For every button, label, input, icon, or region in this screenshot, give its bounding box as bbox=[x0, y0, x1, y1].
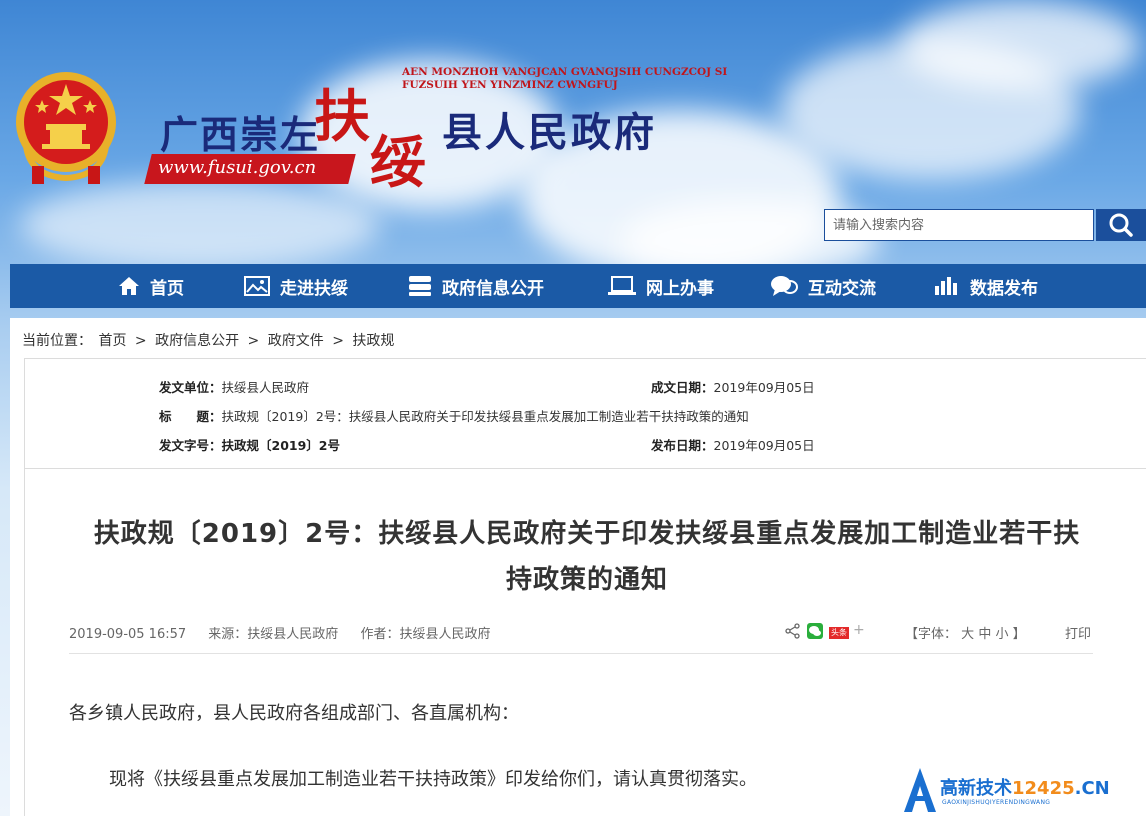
site-name-big-2: 绥 bbox=[370, 130, 426, 196]
article-datetime: 2019-09-05 16:57 bbox=[69, 627, 187, 642]
meta-published-label: 发布日期： bbox=[651, 438, 714, 453]
article-title-line-1: 扶政规〔2019〕2号：扶绥县人民政府关于印发扶绥县重点发展加工制造业若干扶 bbox=[93, 519, 1081, 549]
meta-title: 标 题：扶政规〔2019〕2号：扶绥县人民政府关于印发扶绥县重点发展加工制造业若… bbox=[159, 406, 749, 425]
meta-issuer-label: 发文单位： bbox=[159, 380, 222, 395]
toutiao-label: 头条 bbox=[829, 627, 849, 639]
chat-icon bbox=[771, 276, 798, 296]
nav-label: 互动交流 bbox=[808, 278, 876, 299]
site-name-right: 县人民政府 bbox=[442, 109, 657, 156]
breadcrumb-link-gov-docs[interactable]: 政府文件 bbox=[268, 333, 324, 349]
meta-published-value: 2019年09月05日 bbox=[713, 438, 815, 453]
nav-label: 网上办事 bbox=[646, 278, 714, 299]
document-meta-table: 发文单位：扶绥县人民政府 成文日期：2019年09月05日 标 题：扶政规〔20… bbox=[24, 358, 1146, 468]
plus-icon[interactable]: + bbox=[853, 622, 865, 638]
article-title-line-2: 持政策的通知 bbox=[505, 565, 668, 595]
article: 扶政规〔2019〕2号：扶绥县人民政府关于印发扶绥县重点发展加工制造业若干扶 持… bbox=[24, 468, 1146, 816]
site-url[interactable]: www.fusui.gov.cn bbox=[158, 157, 316, 178]
breadcrumb-link-home[interactable]: 首页 bbox=[98, 333, 126, 349]
print-button[interactable]: 打印 bbox=[1065, 623, 1091, 642]
search-button[interactable] bbox=[1096, 209, 1146, 241]
watermark-suffix: .CN bbox=[1074, 778, 1110, 799]
meta-title-label: 标 题： bbox=[159, 409, 222, 424]
breadcrumb: 当前位置： 首页 > 政府信息公开 > 政府文件 > 扶政规 bbox=[10, 318, 1146, 358]
nav-item-about[interactable]: 走进扶绥 bbox=[244, 264, 348, 308]
site-name-left: 广西崇左 bbox=[160, 112, 321, 157]
breadcrumb-link-gov-info[interactable]: 政府信息公开 bbox=[155, 333, 239, 349]
nav-label: 首页 bbox=[150, 278, 184, 299]
article-info-bar: 2019-09-05 16:57 来源：扶绥县人民政府 作者：扶绥县人民政府 头… bbox=[69, 622, 1093, 643]
nav-item-gov-info[interactable]: 政府信息公开 bbox=[408, 264, 544, 308]
meta-docno: 发文字号：扶政规〔2019〕2号 bbox=[159, 435, 340, 454]
laptop-icon bbox=[608, 276, 636, 295]
content-panel: 发文单位：扶绥县人民政府 成文日期：2019年09月05日 标 题：扶政规〔20… bbox=[10, 358, 1146, 816]
search-box bbox=[824, 209, 1101, 241]
breadcrumb-separator: > bbox=[134, 333, 147, 349]
font-size-label: 【字体： bbox=[905, 627, 958, 642]
article-source: 来源：扶绥县人民政府 bbox=[208, 627, 339, 642]
nav-label: 走进扶绥 bbox=[280, 278, 348, 299]
home-icon bbox=[119, 277, 139, 295]
nav-item-interaction[interactable]: 互动交流 bbox=[770, 264, 876, 308]
font-size-large-button[interactable]: 大 bbox=[961, 627, 974, 642]
national-emblem-icon bbox=[16, 72, 116, 184]
meta-created: 成文日期：2019年09月05日 bbox=[651, 377, 815, 396]
watermark-logo: 高新技术12425.CN GAOXINJISHUQIYERENDINGWANG bbox=[902, 766, 1146, 816]
meta-docno-label: 发文字号： bbox=[159, 438, 222, 453]
breadcrumb-separator: > bbox=[247, 333, 260, 349]
server-icon bbox=[409, 276, 431, 296]
nav-item-online-services[interactable]: 网上办事 bbox=[608, 264, 714, 308]
picture-icon bbox=[244, 276, 270, 296]
nav-label: 政府信息公开 bbox=[442, 278, 544, 299]
article-paragraph-salutation: 各乡镇人民政府，县人民政府各组成部门、各直属机构： bbox=[69, 703, 519, 724]
zhuang-line-1: AEN MONZHOH VANGJCAN GVANGJSIH CUNGZCOJ … bbox=[402, 66, 728, 78]
bar-chart-icon bbox=[935, 277, 957, 295]
share-icon[interactable] bbox=[785, 623, 801, 643]
search-input[interactable] bbox=[825, 210, 1101, 240]
font-size-close: 】 bbox=[1012, 627, 1026, 642]
site-name-big-1: 扶 bbox=[314, 84, 370, 150]
meta-published: 发布日期：2019年09月05日 bbox=[651, 435, 815, 454]
article-paragraph-body: 现将《扶绥县重点发展加工制造业若干扶持政策》印发给你们，请认真贯彻落实。 bbox=[109, 769, 757, 790]
font-size-control: 【字体： 大 中 小 】 bbox=[905, 623, 1026, 642]
zhuang-line-2: FUZSUIH YEN YINZMINZ CWNGFUJ bbox=[402, 79, 618, 91]
meta-created-label: 成文日期： bbox=[651, 380, 714, 395]
watermark-domain: 12425 bbox=[1012, 778, 1075, 799]
divider bbox=[69, 653, 1093, 654]
watermark-text: 高新技术 bbox=[940, 778, 1012, 799]
meta-issuer-value: 扶绥县人民政府 bbox=[221, 380, 310, 395]
meta-issuer: 发文单位：扶绥县人民政府 bbox=[159, 377, 309, 396]
breadcrumb-link-fzg[interactable]: 扶政规 bbox=[352, 333, 394, 349]
meta-created-value: 2019年09月05日 bbox=[713, 380, 815, 395]
font-size-small-button[interactable]: 小 bbox=[995, 627, 1008, 642]
breadcrumb-prefix: 当前位置： bbox=[22, 333, 92, 349]
logo-a-icon bbox=[904, 768, 936, 812]
nav-item-data-release[interactable]: 数据发布 bbox=[934, 264, 1038, 308]
watermark-pinyin: GAOXINJISHUQIYERENDINGWANG bbox=[942, 799, 1051, 806]
toutiao-icon[interactable]: 头条 bbox=[829, 624, 849, 639]
font-size-medium-button[interactable]: 中 bbox=[978, 627, 991, 642]
zhuang-subtitle: AEN MONZHOH VANGJCAN GVANGJSIH CUNGZCOJ … bbox=[402, 66, 727, 92]
wechat-icon[interactable] bbox=[807, 623, 823, 643]
meta-title-value: 扶政规〔2019〕2号：扶绥县人民政府关于印发扶绥县重点发展加工制造业若干扶持政… bbox=[221, 409, 749, 424]
breadcrumb-separator: > bbox=[332, 333, 344, 349]
article-author: 作者：扶绥县人民政府 bbox=[360, 627, 491, 642]
nav-label: 数据发布 bbox=[970, 278, 1038, 299]
search-icon bbox=[1109, 213, 1133, 237]
article-title: 扶政规〔2019〕2号：扶绥县人民政府关于印发扶绥县重点发展加工制造业若干扶 持… bbox=[65, 511, 1109, 603]
nav-item-home[interactable]: 首页 bbox=[118, 264, 184, 308]
main-nav: 首页 走进扶绥 政府信息公开 网上办事 互动交流 数据发布 bbox=[10, 264, 1146, 308]
meta-docno-value: 扶政规〔2019〕2号 bbox=[221, 438, 341, 453]
